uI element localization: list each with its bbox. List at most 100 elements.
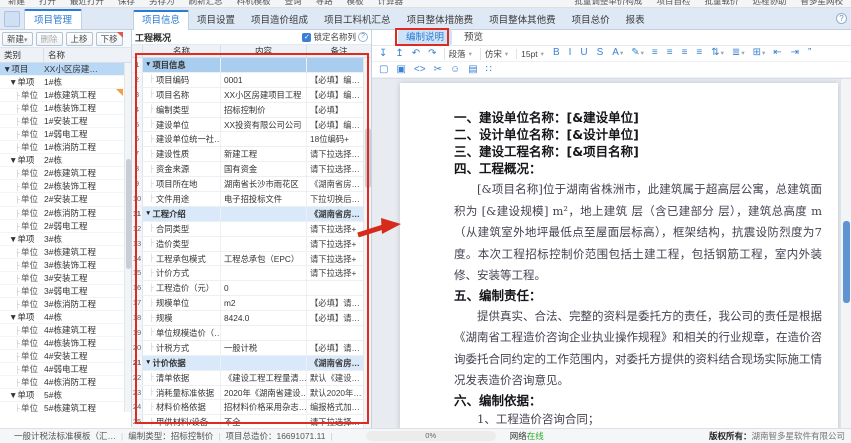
tree-row[interactable]: 单位 3#安装工程 [0, 272, 131, 285]
table-row[interactable]: 9 项目所在地 湖南省长沙市雨花区 《湖南省房… [132, 177, 371, 192]
tree-row[interactable]: 单位 4#栋消防工程 [0, 376, 131, 389]
menu-item[interactable]: 打开 [39, 0, 56, 7]
table-row[interactable]: 7 建设性质 新建工程 请下拉选择… [132, 147, 371, 162]
tree-row[interactable]: 单位 1#栋建筑工程 [0, 89, 131, 102]
tree-row[interactable]: 单位 1#栋装饰工程 [0, 102, 131, 115]
tree-row[interactable]: ▼单项 4#栋 [0, 311, 131, 324]
italic-icon[interactable]: I [566, 46, 576, 61]
menu-item[interactable]: 另存为 [149, 0, 175, 7]
project-tab[interactable]: 项目整体其他费 [481, 12, 564, 30]
document-scrollbar[interactable] [840, 79, 851, 434]
field-content[interactable]: 国有资金 [221, 162, 307, 176]
table-row[interactable]: 6 建设单位统一社… 18位编码+ [132, 132, 371, 147]
tree-row[interactable]: 单位 2#栋装饰工程 [0, 180, 131, 193]
table-row[interactable]: 15 计价方式 请下拉选择+ [132, 266, 371, 281]
paragraph-style-dropdown[interactable]: 段落 ▾ [444, 48, 476, 60]
tree-row[interactable]: 单位 3#弱电工程 [0, 285, 131, 298]
field-content[interactable] [221, 132, 307, 146]
copy-icon[interactable]: ▢ [376, 63, 391, 77]
tree-row[interactable]: ▼单项 3#栋 [0, 233, 131, 246]
tree-scrollbar[interactable] [124, 63, 131, 412]
tree-row[interactable]: 单位 4#弱电工程 [0, 363, 131, 376]
tree-row[interactable]: 单位 2#弱电工程 [0, 220, 131, 233]
table-row[interactable]: 4 编制类型 招标控制价 【必填】 [132, 103, 371, 118]
tree-row[interactable]: 单位 3#栋消防工程 [0, 298, 131, 311]
field-content[interactable]: 工程总承包（EPC） [221, 252, 307, 266]
menu-item[interactable]: 查询 [285, 0, 302, 7]
table-row[interactable]: 2 项目编码 0001 【必填】编… [132, 73, 371, 88]
field-content[interactable]: 招标控制价 [221, 103, 307, 117]
field-content[interactable]: 0001 [221, 73, 307, 87]
list-icon[interactable]: ≣▾ [729, 46, 748, 61]
field-content[interactable] [221, 58, 307, 72]
table-row[interactable]: 13 造价类型 请下拉选择+ [132, 237, 371, 252]
menu-item[interactable]: 计算器 [378, 0, 404, 7]
table-row[interactable]: 14 工程承包模式 工程总承包（EPC） 请下拉选择+ [132, 252, 371, 267]
cut-icon[interactable]: ✂ [431, 63, 445, 77]
code-icon[interactable]: <> [411, 63, 429, 77]
font-size-dropdown[interactable]: 15pt ▾ [516, 49, 548, 59]
align-left-icon[interactable]: ≡ [649, 46, 662, 61]
field-content[interactable]: 《建设工程工程量清… [221, 371, 307, 385]
align-right-icon[interactable]: ≡ [679, 46, 692, 61]
redo-icon[interactable]: ↷ [425, 47, 439, 61]
import-icon[interactable]: ↧ [376, 47, 390, 61]
table-row[interactable]: 22 清单依据 《建设工程工程量清… 默认《建设… [132, 371, 371, 386]
field-content[interactable]: 电子招投标文件 [221, 192, 307, 206]
table-row[interactable]: 20 计税方式 一般计税 【必填】请… [132, 341, 371, 356]
tree-row[interactable]: 单位 1#弱电工程 [0, 128, 131, 141]
menu-item[interactable]: 刷新汇总 [189, 0, 223, 7]
table-row[interactable]: 19 单位规模造价（… [132, 326, 371, 341]
tree-row[interactable]: 单位 1#栋消防工程 [0, 141, 131, 154]
table-row[interactable]: 24 材料价格依据 招材料价格采用杂志… 编报格式加… [132, 400, 371, 415]
field-content[interactable] [221, 222, 307, 236]
grid-icon[interactable]: ∷ [483, 63, 495, 77]
tree-row[interactable]: 单位 4#栋装饰工程 [0, 337, 131, 350]
scrollbar-thumb[interactable] [365, 128, 371, 188]
tab-project-manage[interactable]: 项目管理 [24, 9, 82, 29]
field-content[interactable]: XX投资有限公司公司 [221, 118, 307, 132]
table-row[interactable]: 1 ▼项目信息 [132, 58, 371, 73]
field-content[interactable]: 0 [221, 281, 307, 295]
tree-toolbar-button[interactable]: 上移 [66, 32, 93, 46]
scrollbar-thumb[interactable] [126, 159, 131, 269]
tree-row[interactable]: 单位 1#安装工程 [0, 115, 131, 128]
field-content[interactable]: XX小区房建项目工程 [221, 88, 307, 102]
project-tab[interactable]: 项目总价 [564, 12, 618, 30]
tree-row[interactable]: 单位 3#栋建筑工程 [0, 246, 131, 259]
menu-item[interactable]: 模板 [347, 0, 364, 7]
table-row[interactable]: 10 文件用途 电子招投标文件 下拉切换后… [132, 192, 371, 207]
help-icon[interactable]: ? [836, 13, 847, 24]
menu-item[interactable]: 导路 [316, 0, 333, 7]
tree-row[interactable]: 单位 2#栋建筑工程 [0, 167, 131, 180]
table-row[interactable]: 17 规模单位 m2 【必填】请… [132, 296, 371, 311]
undo-icon[interactable]: ↶ [409, 47, 423, 61]
table-row[interactable]: 8 资金来源 国有资金 请下拉选择… [132, 162, 371, 177]
table-row[interactable]: 18 规模 8424.0 【必填】请… [132, 311, 371, 326]
field-content[interactable]: m2 [221, 296, 307, 310]
table-row[interactable]: 11 ▼工程介绍 《湖南省房… [132, 207, 371, 222]
strikethrough-icon[interactable]: S [594, 46, 608, 61]
tree-row[interactable]: 单位 2#安装工程 [0, 193, 131, 206]
field-content[interactable]: 一般计税 [221, 341, 307, 355]
tree-row[interactable]: 单位 5#栋建筑工程 [0, 402, 131, 412]
table-row[interactable]: 5 建设单位 XX投资有限公司公司 【必填】编… [132, 118, 371, 133]
font-family-dropdown[interactable]: 仿宋 ▾ [480, 48, 512, 60]
project-tab[interactable]: 项目设置 [189, 12, 243, 30]
tree-row[interactable]: 单位 2#栋消防工程 [0, 207, 131, 220]
tree-toolbar-button[interactable]: 删除 [36, 32, 63, 46]
bold-icon[interactable]: B [550, 46, 564, 61]
field-content[interactable] [221, 356, 307, 370]
field-content[interactable] [221, 207, 307, 221]
field-content[interactable] [221, 326, 307, 340]
table-row[interactable]: 23 消耗量标准依据 2020年《湖南省建设… 默认2020年… [132, 386, 371, 401]
tree-row[interactable]: ▼单项 2#栋 [0, 154, 131, 167]
lock-name-checkbox[interactable]: ✓ [302, 33, 311, 42]
project-tab[interactable]: 项目整体措施费 [399, 12, 482, 30]
menu-item[interactable]: 项目自检 [656, 0, 690, 7]
field-content[interactable]: 湖南省长沙市雨花区 [221, 177, 307, 191]
tree-row[interactable]: ▼单项 1#栋 [0, 76, 131, 89]
indent-decrease-icon[interactable]: ⇤ [770, 46, 785, 61]
menu-item[interactable]: 智多星网校 [800, 0, 843, 7]
field-content[interactable]: 8424.0 [221, 311, 307, 325]
